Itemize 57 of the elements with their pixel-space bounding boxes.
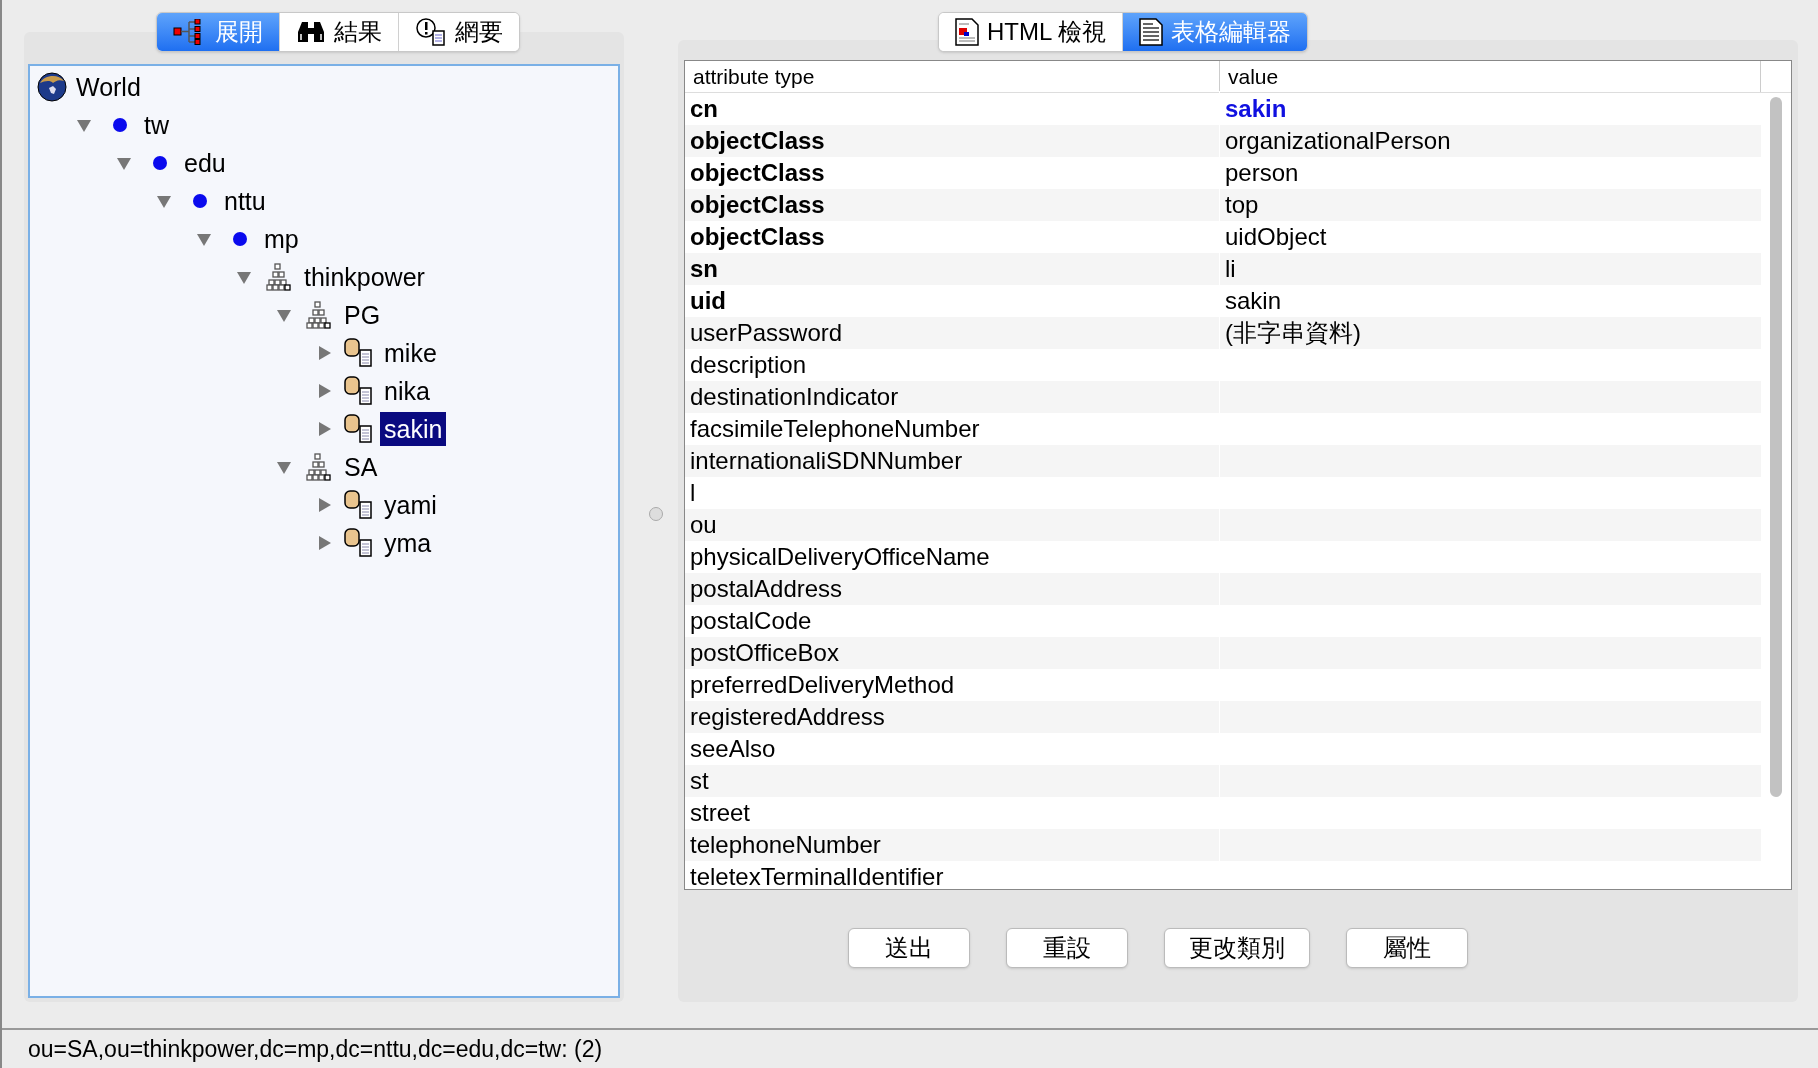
table-cell-text: person bbox=[1224, 158, 1300, 188]
collapse-triangle-icon[interactable] bbox=[236, 269, 252, 285]
tree-item[interactable]: mp bbox=[260, 222, 303, 256]
table-cell-text: uidObject bbox=[1224, 222, 1328, 252]
collapse-triangle-icon[interactable] bbox=[196, 231, 212, 247]
document-icon bbox=[1139, 18, 1164, 46]
expand-triangle-icon[interactable] bbox=[316, 383, 332, 399]
action-button[interactable]: 重設 bbox=[1006, 928, 1128, 968]
splitter-handle[interactable] bbox=[649, 507, 663, 521]
action-button[interactable]: 屬性 bbox=[1346, 928, 1468, 968]
hierarchy-icon bbox=[306, 453, 334, 481]
tree-item[interactable]: thinkpower bbox=[300, 260, 429, 294]
tree-item[interactable]: SA bbox=[340, 450, 382, 484]
tree-item[interactable]: PG bbox=[340, 298, 385, 332]
collapse-triangle-icon[interactable] bbox=[276, 459, 292, 475]
document-icon bbox=[954, 18, 979, 46]
dot-icon bbox=[232, 231, 248, 247]
tree-item[interactable]: mike bbox=[380, 336, 441, 370]
collapse-triangle-icon[interactable] bbox=[276, 307, 292, 323]
globe-icon bbox=[37, 72, 67, 102]
tab[interactable]: HTML 檢視 bbox=[938, 13, 1123, 51]
tree-item[interactable]: nika bbox=[380, 374, 434, 408]
table-cell-text: (非字串資料) bbox=[1224, 318, 1362, 348]
tab[interactable]: 結果 bbox=[279, 13, 398, 51]
tree-item[interactable]: nttu bbox=[220, 184, 270, 218]
expand-triangle-icon[interactable] bbox=[316, 497, 332, 513]
tree-item[interactable]: yami bbox=[380, 488, 441, 522]
collapse-triangle-icon[interactable] bbox=[116, 155, 132, 171]
column-header[interactable]: value bbox=[1220, 61, 1761, 92]
dot-icon bbox=[192, 193, 208, 209]
tree-item[interactable]: edu bbox=[180, 146, 230, 180]
document-alert-icon bbox=[415, 18, 447, 46]
table-cell-text: top bbox=[1224, 190, 1260, 220]
binoculars-icon bbox=[296, 20, 326, 44]
dot-icon bbox=[112, 117, 128, 133]
status-text: ou=SA,ou=thinkpower,dc=mp,dc=nttu,dc=edu,dc=tw: (2) bbox=[28, 1034, 603, 1064]
collapse-triangle-icon[interactable] bbox=[156, 193, 172, 209]
tree-item[interactable]: World bbox=[72, 70, 145, 104]
table-cell-text: organizationalPerson bbox=[1224, 126, 1452, 156]
hierarchy-icon bbox=[266, 263, 294, 291]
tree-item[interactable]: tw bbox=[140, 108, 173, 142]
tree-item[interactable]: sakin bbox=[380, 412, 447, 446]
expand-triangle-icon[interactable] bbox=[316, 345, 332, 361]
collapse-triangle-icon[interactable] bbox=[76, 117, 92, 133]
expand-triangle-icon[interactable] bbox=[316, 535, 332, 551]
hierarchy-icon bbox=[306, 301, 334, 329]
dot-icon bbox=[152, 155, 168, 171]
expand-triangle-icon[interactable] bbox=[316, 421, 332, 437]
action-button[interactable]: 送出 bbox=[848, 928, 970, 968]
column-header[interactable]: attribute type bbox=[685, 61, 1220, 92]
scrollbar-thumb[interactable] bbox=[1770, 97, 1782, 797]
tab[interactable]: 網要 bbox=[398, 13, 519, 51]
tree-item[interactable]: yma bbox=[380, 526, 436, 560]
table-cell-text: sakin bbox=[1224, 94, 1288, 124]
action-button[interactable]: 更改類別 bbox=[1164, 928, 1310, 968]
table-cell-text: sakin bbox=[1224, 286, 1283, 316]
table-cell-text: li bbox=[1224, 254, 1237, 284]
